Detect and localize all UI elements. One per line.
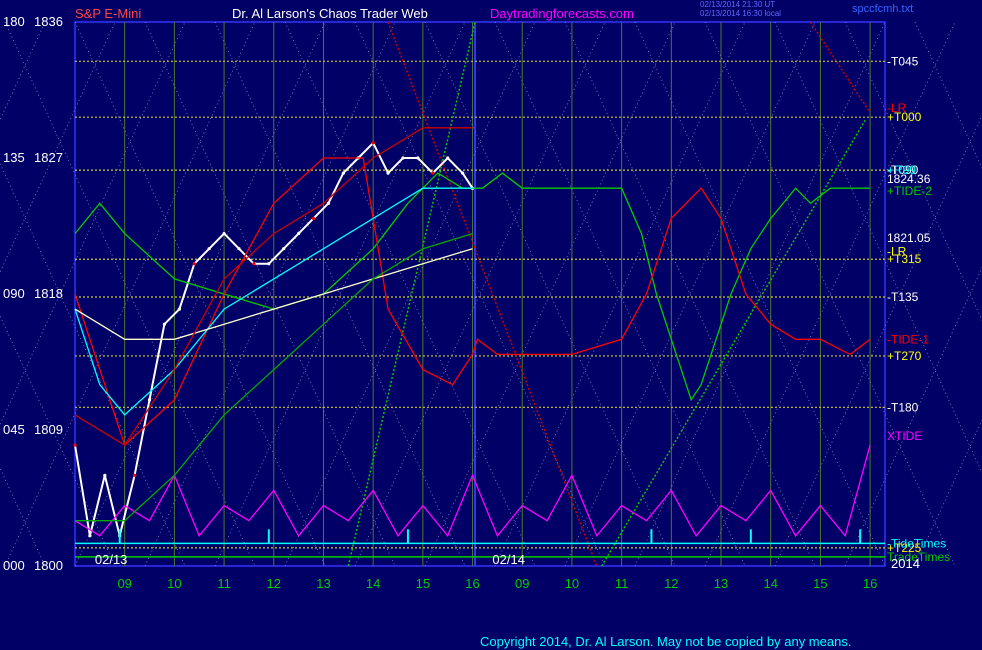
- price-point-14: [282, 247, 286, 251]
- level-label-6: -T180: [887, 400, 919, 414]
- price-point-24: [431, 171, 435, 175]
- right-label-0: -LR: [887, 101, 907, 115]
- price-point-1: [88, 534, 92, 538]
- price-point-23: [416, 156, 420, 160]
- ticker-label: S&P E-Mini: [75, 6, 142, 21]
- price-point-13: [267, 262, 271, 266]
- x-tick-label-2: 11: [217, 576, 231, 591]
- x-tick-label-14: 15: [813, 576, 827, 591]
- x-tick-label-11: 12: [664, 576, 678, 591]
- x-tick-label-7: 16: [465, 576, 479, 591]
- price-point-2: [103, 473, 107, 477]
- right-label-8: -TideTimes: [887, 536, 946, 550]
- date-label-1: 02/14: [492, 552, 525, 567]
- right-label-6: -TIDE-1: [887, 332, 929, 346]
- x-tick-label-4: 13: [316, 576, 330, 591]
- price-point-16: [311, 216, 316, 221]
- price-point-12: [252, 262, 256, 266]
- price-point-6: [162, 322, 167, 326]
- chaos-trader-chart: -T045+T000-T090+T315-T135+T270-T180+T225…: [0, 0, 982, 650]
- x-tick-label-12: 13: [714, 576, 728, 591]
- website-label: Daytradingforecasts.com: [490, 6, 634, 21]
- x-tick-label-9: 10: [565, 576, 579, 591]
- price-point-4: [133, 473, 137, 477]
- x-tick-label-5: 14: [366, 576, 380, 591]
- y-angle-label-0: 180: [3, 14, 25, 29]
- x-tick-label-3: 12: [267, 576, 281, 591]
- data-file-label: spccfcmh.txt: [852, 3, 914, 15]
- price-point-10: [222, 231, 226, 236]
- x-tick-label-6: 15: [416, 576, 430, 591]
- right-label-2: +R99: [887, 163, 916, 177]
- y-angle-label-3: 045: [3, 422, 25, 437]
- right-label-3: +TIDE-2: [887, 184, 932, 198]
- level-label-0: -T045: [887, 54, 919, 68]
- price-point-8: [192, 262, 196, 266]
- plot-frame: [74, 21, 886, 567]
- price-point-0: [73, 443, 77, 447]
- x-tick-label-15: 16: [863, 576, 877, 591]
- price-point-7: [177, 307, 181, 311]
- price-point-5: [147, 398, 152, 402]
- price-point-25: [446, 156, 450, 160]
- price-point-26: [461, 171, 465, 175]
- x-tick-label-0: 09: [117, 576, 131, 591]
- y-price-label-3: 1809: [34, 422, 63, 437]
- x-tick-label-10: 11: [615, 576, 629, 591]
- level-label-5: +T270: [887, 349, 922, 363]
- x-tick-label-8: 09: [515, 576, 529, 591]
- y-angle-label-4: 000: [3, 558, 25, 573]
- x-tick-label-1: 10: [167, 576, 181, 591]
- timestamp-local: 02/13/2014 16:30 local: [700, 9, 781, 18]
- price-point-20: [371, 141, 375, 145]
- price-point-9: [207, 247, 211, 251]
- price-point-11: [237, 247, 241, 251]
- year-label: 2014: [891, 556, 920, 571]
- y-price-label-1: 1827: [34, 150, 63, 165]
- chart-title: Dr. Al Larson's Chaos Trader Web: [232, 6, 428, 21]
- price-point-17: [326, 201, 331, 205]
- level-label-4: -T135: [887, 290, 919, 304]
- price-point-15: [297, 231, 301, 236]
- right-label-5: -LR: [887, 245, 907, 259]
- price-point-22: [401, 156, 405, 160]
- timestamp-utc: 02/13/2014 21:30 UT: [700, 0, 776, 9]
- y-angle-label-2: 090: [3, 286, 25, 301]
- price-point-18: [341, 171, 345, 175]
- y-price-label-4: 1800: [34, 558, 63, 573]
- right-label-7: XTIDE: [887, 429, 922, 443]
- y-angle-label-1: 135: [3, 150, 25, 165]
- x-tick-label-13: 14: [763, 576, 777, 591]
- date-label-0: 02/13: [95, 552, 128, 567]
- right-label-4: 1821.05: [887, 231, 931, 245]
- price-point-21: [386, 171, 390, 175]
- y-price-label-2: 1818: [34, 286, 63, 301]
- copyright-notice: Copyright 2014, Dr. Al Larson. May not b…: [480, 634, 852, 649]
- y-price-label-0: 1836: [34, 14, 63, 29]
